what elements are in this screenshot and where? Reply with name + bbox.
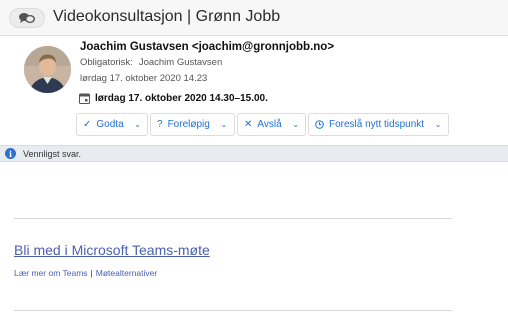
divider (14, 218, 452, 219)
decline-label: Avslå (257, 119, 282, 130)
chevron-down-icon[interactable]: ⌄ (216, 114, 232, 135)
info-text: Vennligst svar. (23, 148, 82, 159)
info-icon: i (5, 148, 16, 159)
info-bar: i Vennligst svar. (0, 145, 508, 162)
chevron-down-icon[interactable]: ⌄ (288, 114, 304, 135)
email-subject: Videokonsultasjon | Grønn Jobb (53, 8, 281, 25)
chat-bubbles-icon[interactable] (9, 8, 45, 28)
tentative-label: Foreløpig (167, 119, 210, 130)
required-label: Obligatorisk: (80, 57, 133, 68)
meeting-invite-window: Videokonsultasjon | Grønn Jobb Joachim G… (0, 0, 508, 334)
meeting-options-link[interactable]: Møtealternativer (96, 268, 157, 278)
meeting-time: lørdag 17. oktober 2020 14.30–15.00. (95, 93, 268, 104)
chevron-down-icon[interactable]: ⌄ (430, 114, 446, 135)
accept-label: Godta (96, 119, 124, 130)
check-icon: ✓ (83, 119, 92, 130)
required-attendees: Obligatorisk: Joachim Gustavsen (80, 57, 222, 68)
decline-button[interactable]: ✕ Avslå ⌄ (237, 113, 306, 136)
separator: | (90, 268, 93, 278)
question-icon: ? (157, 119, 163, 130)
join-teams-meeting-link[interactable]: Bli med i Microsoft Teams-møte (14, 242, 210, 258)
learn-more-teams-link[interactable]: Lær mer om Teams (14, 268, 88, 278)
calendar-icon (79, 93, 90, 104)
chevron-down-icon[interactable]: ⌄ (130, 114, 146, 135)
propose-label: Foreslå nytt tidspunkt (329, 119, 425, 130)
subject-bar: Videokonsultasjon | Grønn Jobb (0, 0, 508, 36)
teams-links-row: Lær mer om Teams | Møtealternativer (14, 268, 157, 278)
propose-new-time-button[interactable]: Foreslå nytt tidspunkt ⌄ (308, 113, 449, 136)
tentative-button[interactable]: ? Foreløpig ⌄ (150, 113, 235, 136)
divider (14, 310, 452, 311)
accept-button[interactable]: ✓ Godta ⌄ (76, 113, 148, 136)
sender: Joachim Gustavsen <joachim@gronnjobb.no> (80, 41, 335, 53)
required-attendee-name[interactable]: Joachim Gustavsen (139, 57, 222, 68)
x-icon: ✕ (244, 119, 253, 130)
avatar (24, 46, 71, 93)
clock-icon (315, 120, 324, 129)
sent-timestamp: lørdag 17. oktober 2020 14.23 (80, 73, 208, 84)
